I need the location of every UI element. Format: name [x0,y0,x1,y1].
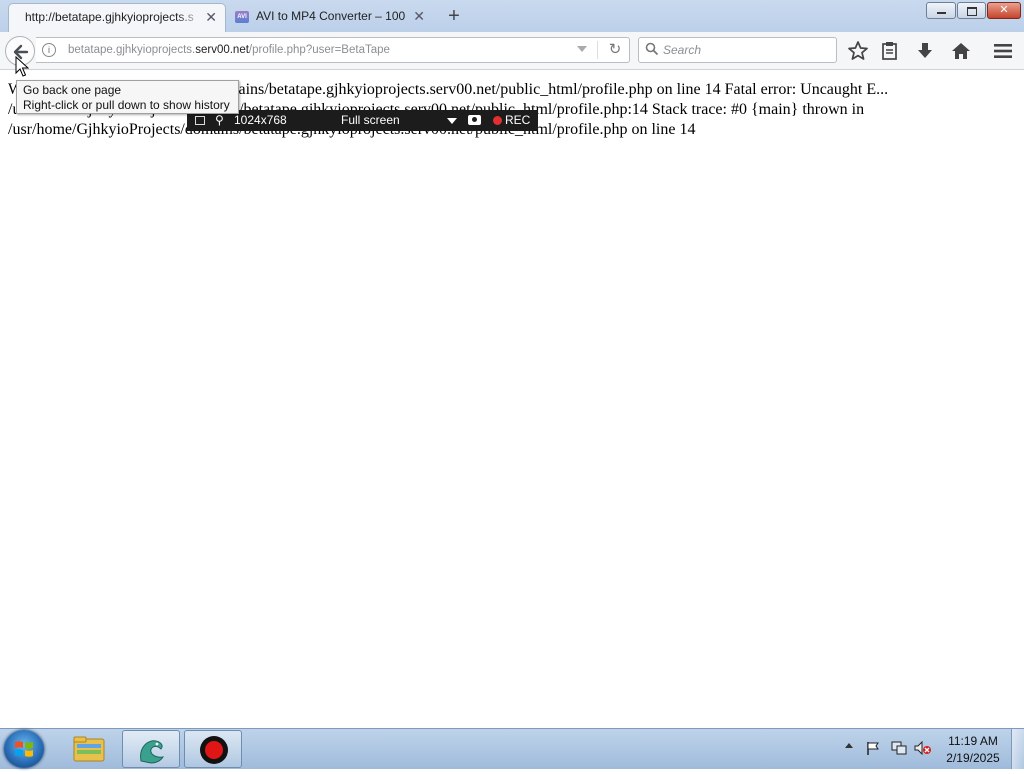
close-tab-icon[interactable]: ✕ [205,4,217,31]
url-prefix: betatape.gjhkyioprojects. [68,44,196,56]
history-dropdown-icon[interactable] [577,46,587,52]
record-icon [200,736,228,764]
back-button-tooltip: Go back one page Right-click or pull dow… [16,80,239,114]
url-host: serv00.net [195,44,249,56]
windows-logo-icon [15,741,33,757]
info-icon[interactable]: i [42,43,56,57]
tab-strip: http://betatape.gjhkyioprojects.s ✕ AVI … [0,0,1024,32]
reload-icon[interactable]: ↻ [605,40,625,60]
avi-favicon-icon: AVI [235,11,249,23]
tray-expand-icon[interactable] [845,743,853,748]
page-content: W... usr/home/GjhkyioProjects/domains/be… [0,70,1024,728]
url-divider [597,41,598,59]
downloads-icon[interactable] [914,40,936,62]
camera-icon[interactable] [468,115,481,125]
chevron-down-icon[interactable] [447,118,457,124]
folder-icon [73,736,105,762]
windows-taskbar: 11:19 AM 2/19/2025 [0,728,1024,769]
volume-muted-icon[interactable] [914,741,932,755]
screen-recorder-toolbar[interactable]: ⚲ 1024x768 Full screen REC [187,110,538,131]
maximize-button[interactable] [957,2,986,19]
recording-size: 1024x768 [234,113,287,127]
tooltip-line-2: Right-click or pull down to show history [23,98,230,112]
tab-title: http://betatape.gjhkyioprojects.s [25,10,194,24]
clock-time[interactable]: 11:19 AM [940,734,1006,748]
url-text[interactable]: betatape.gjhkyioprojects.serv00.net/prof… [68,38,390,62]
tab-avi-converter[interactable]: AVI AVI to MP4 Converter – 100 ✕ [228,3,433,32]
recording-mode-select[interactable]: Full screen [341,110,400,131]
close-tab-icon[interactable]: ✕ [413,3,425,30]
minimize-button[interactable] [926,2,956,19]
rec-button-label[interactable]: REC [505,110,530,131]
taskbar-dragon-app[interactable] [122,730,180,768]
reading-list-icon[interactable] [879,40,901,62]
home-icon[interactable] [950,40,972,62]
menu-hamburger-icon[interactable] [992,40,1014,62]
tab-active[interactable]: http://betatape.gjhkyioprojects.s ✕ [8,3,226,32]
search-placeholder: Search [663,43,702,57]
tab-title: AVI to MP4 Converter – 100 [256,9,406,23]
restore-window-icon[interactable] [195,116,205,125]
url-bar[interactable]: i betatape.gjhkyioprojects.serv00.net/pr… [36,37,630,63]
show-desktop-button[interactable] [1011,729,1024,769]
taskbar-file-explorer[interactable] [60,730,118,768]
url-path: /profile.php?user=BetaTape [248,44,390,56]
dragon-app-icon [140,740,165,764]
search-icon [645,42,659,56]
navigation-toolbar: i betatape.gjhkyioprojects.serv00.net/pr… [0,32,1024,70]
bookmark-star-icon[interactable] [847,40,869,62]
action-center-flag-icon[interactable] [866,741,880,755]
network-icon[interactable] [891,741,907,755]
new-tab-button[interactable]: + [443,4,465,28]
search-bar[interactable]: Search [638,37,837,63]
record-dot-icon[interactable] [493,116,502,125]
mouse-cursor-icon [15,56,29,77]
close-window-button[interactable] [987,2,1021,19]
tooltip-line-1: Go back one page [23,83,122,97]
clock-date[interactable]: 2/19/2025 [940,751,1006,765]
start-button[interactable] [4,730,44,768]
taskbar-screen-recorder[interactable] [184,730,242,768]
